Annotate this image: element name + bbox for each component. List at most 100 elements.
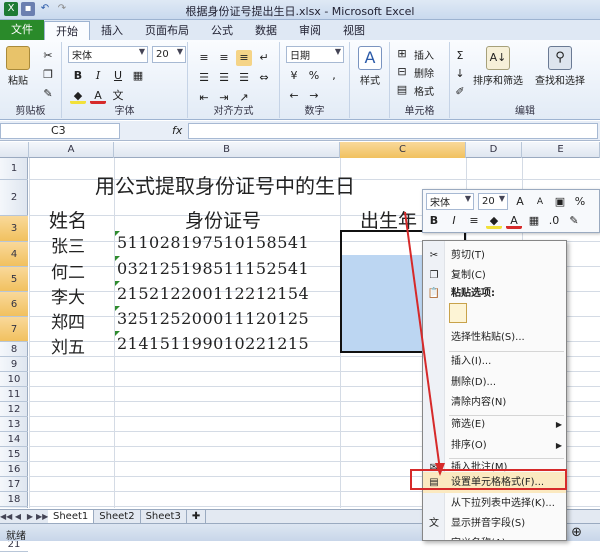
menu-item-delete[interactable]: 删除(D)... xyxy=(423,372,566,393)
find-select-button[interactable]: ⚲ 查找和选择 xyxy=(530,46,590,87)
tab-insert[interactable]: 插入 xyxy=(90,21,134,40)
row-header[interactable]: 17 xyxy=(0,477,28,492)
tab-data[interactable]: 数据 xyxy=(244,21,288,40)
zoom-in-icon[interactable]: ⊕ xyxy=(571,525,582,540)
row-header[interactable]: 15 xyxy=(0,447,28,462)
paste-button[interactable]: 粘贴 xyxy=(6,46,30,87)
menu-item-filter[interactable]: 筛选(E) ▶ xyxy=(423,414,566,435)
align-center-icon[interactable]: ☰ xyxy=(216,70,232,86)
number-format-select[interactable]: 日期 ▼ xyxy=(286,46,344,63)
select-all-corner[interactable] xyxy=(0,142,29,158)
name-box[interactable]: C3 xyxy=(0,123,120,139)
styles-button[interactable]: A 样式 xyxy=(356,46,384,87)
sheet-tab-sheet1[interactable]: Sheet1 xyxy=(48,509,95,524)
copy-icon[interactable]: ❐ xyxy=(40,67,56,83)
row-header[interactable]: 4 xyxy=(0,242,28,267)
formula-input[interactable] xyxy=(188,123,598,139)
align-left-icon[interactable]: ☰ xyxy=(196,70,212,86)
font-name-select[interactable]: 宋体 ▼ xyxy=(68,46,148,63)
align-middle-icon[interactable]: ≡ xyxy=(216,50,232,66)
tab-view[interactable]: 视图 xyxy=(332,21,376,40)
menu-item-clear-contents[interactable]: 清除内容(N) xyxy=(423,392,566,413)
number-format-icon[interactable]: ▣ xyxy=(552,194,568,210)
column-header-d[interactable]: D xyxy=(466,142,522,158)
fill-color-icon[interactable]: ◆ xyxy=(486,213,502,229)
currency-icon[interactable]: ¥ xyxy=(286,68,302,84)
column-header-a[interactable]: A xyxy=(29,142,114,158)
align-right-icon[interactable]: ☰ xyxy=(236,70,252,86)
menu-item-insert[interactable]: 插入(I)... xyxy=(423,351,566,372)
column-header-e[interactable]: E xyxy=(522,142,600,158)
sum-icon[interactable]: Σ xyxy=(452,48,468,64)
menu-item-cut[interactable]: ✂ 剪切(T) xyxy=(423,245,566,266)
next-sheet-icon[interactable]: ▶ xyxy=(24,512,36,521)
row-header[interactable]: 5 xyxy=(0,267,28,292)
row-header[interactable]: 6 xyxy=(0,292,28,317)
cut-icon[interactable]: ✂ xyxy=(40,48,56,64)
menu-item-sort[interactable]: 排序(O) ▶ xyxy=(423,435,566,456)
font-size-select[interactable]: 20 ▼ xyxy=(152,46,186,63)
align-bottom-icon[interactable]: ≡ xyxy=(236,50,252,66)
prev-sheet-icon[interactable]: ◀ xyxy=(12,512,24,521)
format-painter-icon[interactable]: ✎ xyxy=(40,86,56,102)
row-header[interactable]: 1 xyxy=(0,158,28,180)
decimal-icon[interactable]: .0 xyxy=(546,213,562,229)
tab-file[interactable]: 文件 xyxy=(0,20,44,40)
mini-size-select[interactable]: 20 ▼ xyxy=(478,193,508,210)
fill-down-icon[interactable]: ↓ xyxy=(452,66,468,82)
tab-page-layout[interactable]: 页面布局 xyxy=(134,21,200,40)
menu-item-show-pinyin[interactable]: 文 显示拼音字段(S) xyxy=(423,513,566,534)
first-sheet-icon[interactable]: ◀◀ xyxy=(0,512,12,521)
percent-icon[interactable]: % xyxy=(306,68,322,84)
sort-filter-button[interactable]: A↓ 排序和筛选 xyxy=(470,46,526,87)
shrink-font-icon[interactable]: A xyxy=(532,194,548,210)
row-header[interactable]: 7 xyxy=(0,317,28,342)
row-header[interactable]: 13 xyxy=(0,417,28,432)
align-top-icon[interactable]: ≡ xyxy=(196,50,212,66)
percent-icon[interactable]: % xyxy=(572,194,588,210)
row-header[interactable]: 9 xyxy=(0,357,28,372)
border-icon[interactable]: ▦ xyxy=(130,68,146,84)
last-sheet-icon[interactable]: ▶▶ xyxy=(36,512,48,521)
italic-icon[interactable]: I xyxy=(90,68,106,84)
menu-item-pick-from-list[interactable]: 从下拉列表中选择(K)... xyxy=(423,493,566,514)
comma-icon[interactable]: , xyxy=(326,68,342,84)
format-cells-ribbon-icon[interactable]: ▤ xyxy=(394,82,410,98)
wrap-text-icon[interactable]: ↵ xyxy=(256,50,272,66)
row-header[interactable]: 10 xyxy=(0,372,28,387)
insert-cells-icon[interactable]: ⊞ xyxy=(394,46,410,62)
bold-icon[interactable]: B xyxy=(426,213,442,229)
delete-cells-icon[interactable]: ⊟ xyxy=(394,64,410,80)
tab-home[interactable]: 开始 xyxy=(44,21,90,40)
align-center-icon[interactable]: ≡ xyxy=(466,213,482,229)
clear-icon[interactable]: ✐ xyxy=(452,84,468,100)
merge-icon[interactable]: ⇔ xyxy=(256,70,272,86)
row-header[interactable]: 8 xyxy=(0,342,28,357)
border-icon[interactable]: ▦ xyxy=(526,213,542,229)
format-cells-label[interactable]: 格式 xyxy=(414,83,434,98)
menu-item-paste-special[interactable]: 选择性粘贴(S)... xyxy=(423,327,566,348)
row-header[interactable]: 12 xyxy=(0,402,28,417)
italic-icon[interactable]: I xyxy=(446,213,462,229)
row-header[interactable]: 14 xyxy=(0,432,28,447)
underline-icon[interactable]: U xyxy=(110,68,126,84)
row-header[interactable]: 2 xyxy=(0,180,28,216)
sheet-tab-sheet3[interactable]: Sheet3 xyxy=(141,509,187,524)
bold-icon[interactable]: B xyxy=(70,68,86,84)
row-header[interactable]: 18 xyxy=(0,492,28,507)
sheet-tab-sheet2[interactable]: Sheet2 xyxy=(94,509,141,524)
row-header[interactable]: 16 xyxy=(0,462,28,477)
row-header[interactable]: 3 xyxy=(0,216,28,242)
delete-cells-label[interactable]: 删除 xyxy=(414,65,434,80)
font-color-icon[interactable]: A xyxy=(506,213,522,229)
grow-font-icon[interactable]: A xyxy=(512,194,528,210)
column-header-b[interactable]: B xyxy=(114,142,340,158)
paste-option-button[interactable] xyxy=(449,303,467,323)
format-painter-icon[interactable]: ✎ xyxy=(566,213,582,229)
mini-font-select[interactable]: 宋体 ▼ xyxy=(426,193,474,210)
tab-formulas[interactable]: 公式 xyxy=(200,21,244,40)
menu-item-define-name[interactable]: 定义名称(A)... xyxy=(423,533,566,540)
insert-cells-label[interactable]: 插入 xyxy=(414,47,434,62)
tab-review[interactable]: 审阅 xyxy=(288,21,332,40)
column-header-c[interactable]: C xyxy=(340,142,466,158)
